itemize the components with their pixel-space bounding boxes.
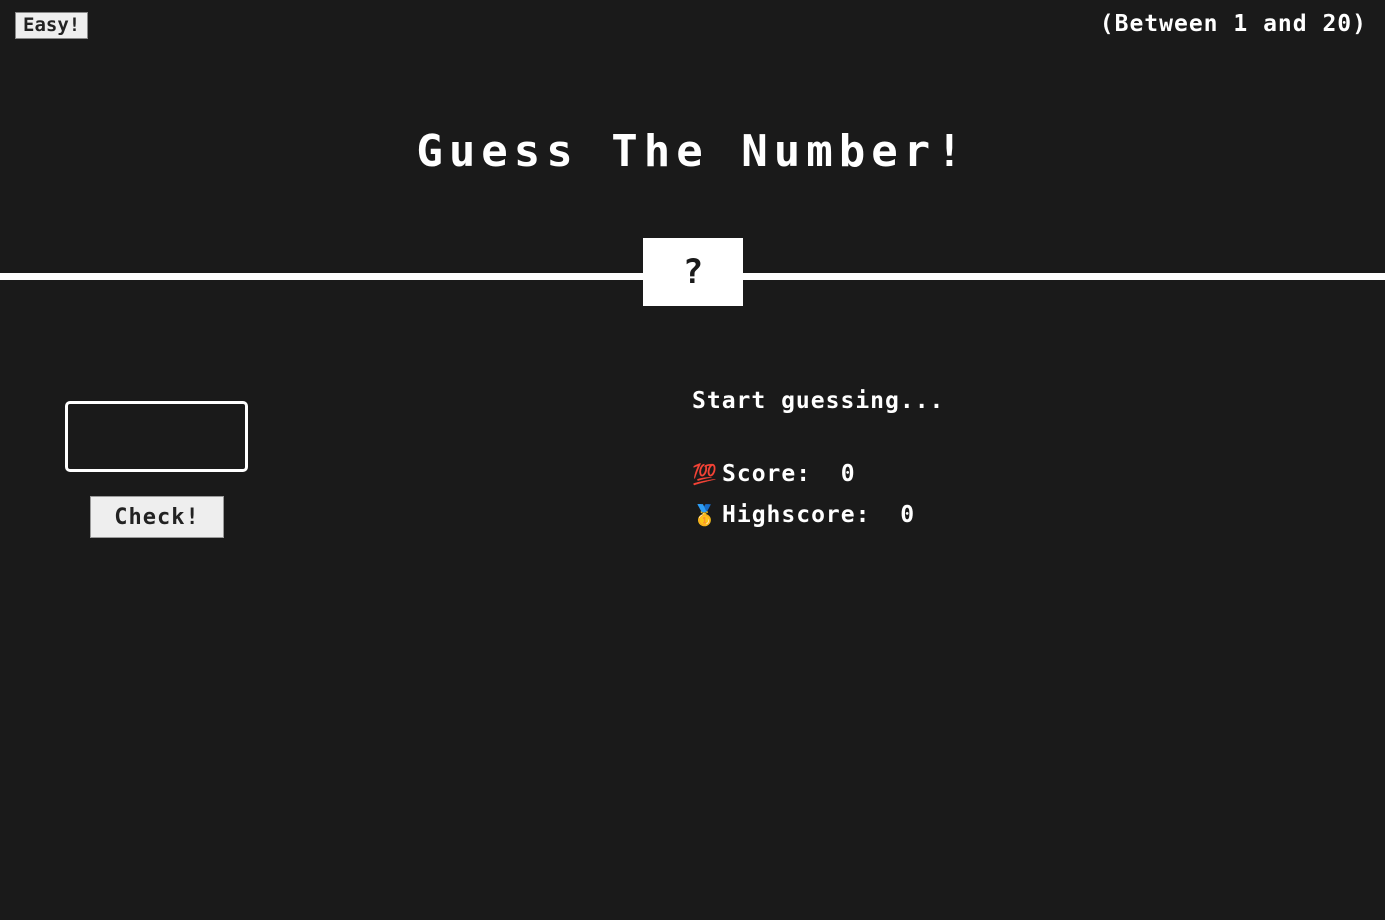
highscore-row: 🥇 Highscore: 0 (692, 495, 1312, 536)
guess-panel: Check! (65, 401, 465, 538)
difficulty-button[interactable]: Easy! (15, 12, 89, 39)
game-message: Start guessing... (692, 388, 945, 414)
page-title: Guess The Number! (416, 126, 969, 177)
gold-medal-icon: 🥇 (692, 503, 717, 527)
secret-number-box: ? (643, 238, 743, 306)
main-content: Check! Start guessing... 💯 Score: 0 🥇 High… (0, 306, 1385, 920)
check-button[interactable]: Check! (90, 496, 224, 538)
score-label: Score: (722, 461, 812, 487)
range-label: (Between 1 and 20) (1099, 11, 1367, 37)
score-value: 0 (840, 461, 856, 487)
highscore-label: Highscore: (722, 502, 871, 528)
guess-input[interactable] (65, 401, 248, 472)
status-panel: Start guessing... 💯 Score: 0 🥇 Highscore: … (692, 386, 1312, 536)
score-row: 💯 Score: 0 (692, 454, 1312, 495)
top-bar: Easy! (Between 1 and 20) (0, 0, 1385, 48)
highscore-value: 0 (900, 502, 916, 528)
hundred-points-icon: 💯 (692, 462, 717, 486)
